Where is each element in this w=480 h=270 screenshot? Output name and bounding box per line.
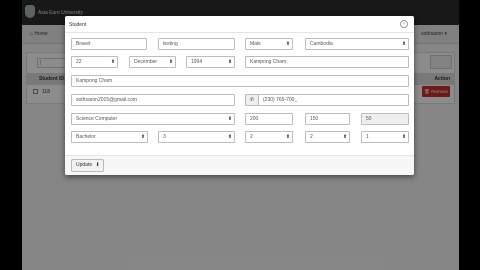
update-button-label: Update [76, 162, 93, 168]
chevron-down-icon: ⬍ [227, 134, 233, 140]
chevron-down-icon: ⬍ [140, 134, 146, 140]
dob-year-select[interactable]: 1994 ⬍ [186, 56, 235, 68]
modal-title: Student [69, 22, 87, 28]
last-name-field[interactable]: testing [158, 38, 235, 50]
fee-field-1[interactable]: 200 [245, 113, 293, 125]
year-select[interactable]: 3 ⬍ [158, 131, 235, 143]
year-value: 3 [163, 134, 166, 140]
major-value: Science Computer [76, 116, 118, 122]
modal-footer: Update ⬇ [65, 155, 414, 175]
country-select[interactable]: Cambodia ⬍ [305, 38, 409, 50]
birth-place-field[interactable]: Kampong Cham [245, 56, 409, 68]
modal-header: Student × [65, 16, 414, 33]
chevron-down-icon: ⬍ [110, 59, 116, 65]
dob-day-select[interactable]: 22 ⬍ [71, 56, 118, 68]
dob-year-value: 1994 [191, 59, 203, 65]
email-field[interactable]: sothsaron2015@gmail.com [71, 94, 235, 106]
major-select[interactable]: Science Computer ⬍ [71, 113, 235, 125]
chevron-down-icon: ⬍ [401, 41, 407, 47]
chevron-down-icon: ⬍ [285, 134, 291, 140]
phone-field[interactable]: (230) 765-700_ [258, 94, 409, 106]
semester-select[interactable]: 2 ⬍ [245, 131, 293, 143]
gender-value: Male [250, 41, 261, 47]
address-field[interactable]: Kampong Cham [71, 75, 409, 87]
update-button[interactable]: Update ⬇ [71, 159, 104, 172]
fee-field-3: 50 [361, 113, 409, 125]
dob-day-value: 22 [76, 59, 82, 65]
chevron-down-icon: ⬍ [168, 59, 174, 65]
shift-value: 2 [310, 134, 313, 140]
batch-select[interactable]: 1 ⬍ [361, 131, 409, 143]
chevron-down-icon: ⬍ [227, 59, 233, 65]
semester-value: 2 [250, 134, 253, 140]
student-modal: Student × Bravet testing Male ⬍ Cambodia ⬍… [65, 16, 414, 175]
phone-icon: ✆ [245, 94, 259, 106]
gender-select[interactable]: Male ⬍ [245, 38, 293, 50]
download-icon: ⬇ [95, 162, 100, 168]
batch-value: 1 [366, 134, 369, 140]
degree-select[interactable]: Bachelor ⬍ [71, 131, 148, 143]
chevron-down-icon: ⬍ [342, 134, 348, 140]
chevron-down-icon: ⬍ [401, 134, 407, 140]
degree-value: Bachelor [76, 134, 96, 140]
chevron-down-icon: ⬍ [285, 41, 291, 47]
close-icon[interactable]: × [400, 20, 408, 28]
chevron-down-icon: ⬍ [227, 116, 233, 122]
fee-field-2[interactable]: 150 [305, 113, 350, 125]
dob-month-value: December [134, 59, 158, 65]
dob-month-select[interactable]: December ⬍ [129, 56, 176, 68]
country-value: Cambodia [310, 41, 333, 47]
first-name-field[interactable]: Bravet [71, 38, 147, 50]
shift-select[interactable]: 2 ⬍ [305, 131, 350, 143]
